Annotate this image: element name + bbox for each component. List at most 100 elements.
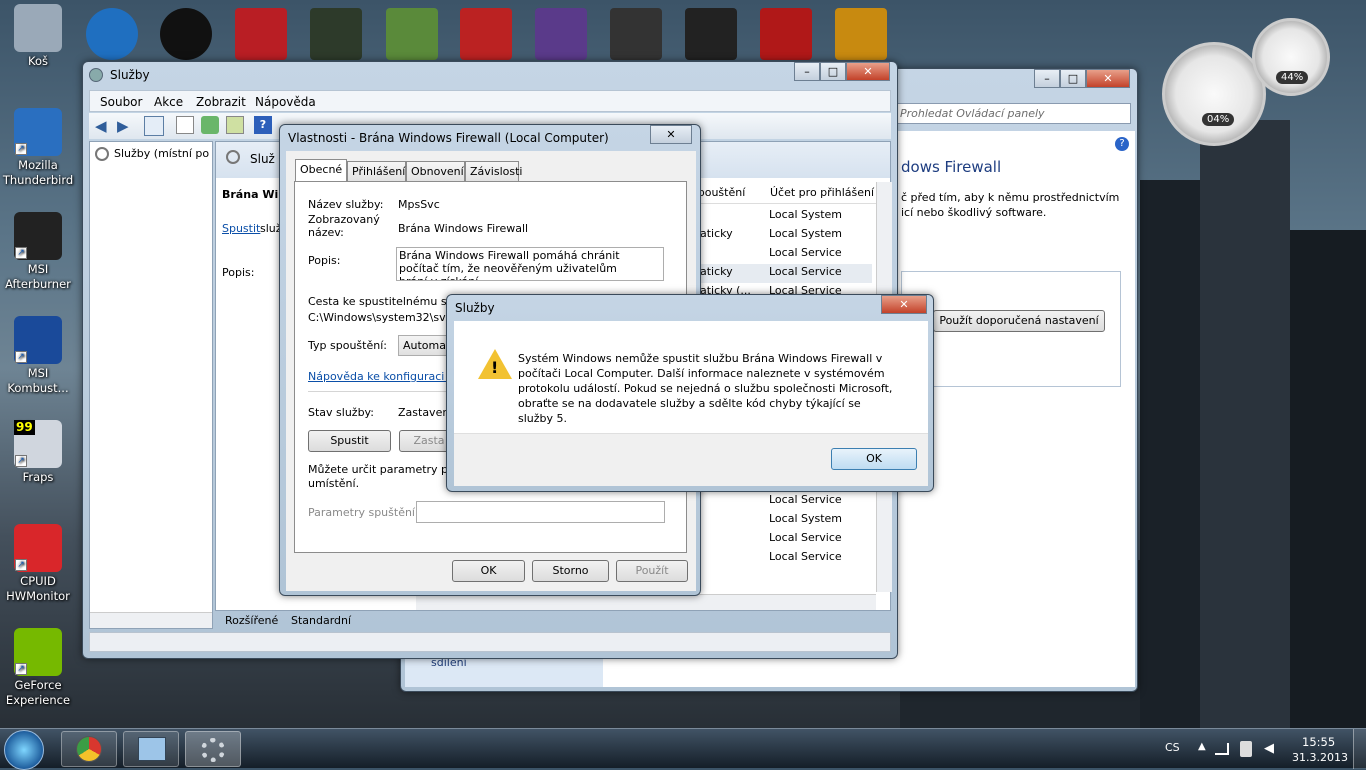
start-button[interactable]: Spustit (308, 430, 391, 452)
back-icon[interactable]: ◀ (95, 117, 107, 135)
left4dead-icon[interactable] (760, 8, 812, 60)
help-icon[interactable]: ? (254, 116, 272, 134)
minimize-button[interactable]: – (1034, 69, 1060, 88)
saints-row-icon[interactable] (535, 8, 587, 60)
params-input[interactable] (416, 501, 665, 523)
minimize-button[interactable]: – (794, 62, 820, 81)
table-row[interactable]: aticky Local System (700, 226, 872, 245)
cancel-button[interactable]: Storno (532, 560, 609, 582)
tab-login[interactable]: Přihlášení (347, 161, 406, 181)
close-button[interactable]: ✕ (1086, 69, 1130, 88)
taskbar: CS ▲ ◀ 15:55 31.3.2013 (0, 728, 1366, 770)
console-tree-icon[interactable] (144, 116, 164, 136)
table-row[interactable]: Local System (700, 511, 872, 530)
cell-account: Local System (769, 227, 843, 240)
tribes-icon[interactable] (610, 8, 662, 60)
forward-icon[interactable]: ▶ (117, 117, 129, 135)
table-row[interactable]: aticky Local Service (700, 264, 872, 283)
close-button[interactable]: ✕ (650, 125, 692, 144)
network-icon[interactable] (1215, 743, 1229, 755)
horizontal-scrollbar[interactable] (90, 612, 212, 628)
device-icon[interactable] (1240, 741, 1252, 757)
desktop-icon-hwmonitor[interactable]: ↗ CPUID HWMonitor (0, 524, 76, 604)
error-body: ! Systém Windows nemůže spustit službu B… (454, 321, 928, 486)
tomb-raider-icon[interactable] (160, 8, 212, 60)
mass-effect-3-icon[interactable] (235, 8, 287, 60)
search-input[interactable]: Prohledat Ovládací panely (895, 103, 1131, 124)
ok-button[interactable]: OK (452, 560, 525, 582)
table-row[interactable]: Local Service (700, 530, 872, 549)
pane-hscrollbar[interactable] (416, 594, 876, 610)
desktop-icon-geforce[interactable]: ↗ GeForce Experience (0, 628, 76, 708)
menu-nápověda[interactable]: Nápověda (255, 95, 316, 109)
volume-icon[interactable]: ◀ (1264, 741, 1274, 756)
cell-account: Local Service (769, 550, 842, 563)
table-row[interactable]: Local Service (700, 492, 872, 511)
control-panel-icon (138, 737, 166, 761)
desktop-icon-label: GeForce Experience (5, 678, 71, 707)
path-value: C:\Windows\system32\svcho (308, 311, 466, 324)
minecraft-icon[interactable] (386, 8, 438, 60)
cell-account: Local Service (769, 265, 842, 278)
startup-help-link[interactable]: Nápověda ke konfiguraci mo (308, 370, 465, 383)
clock-date[interactable]: 31.3.2013 (1292, 751, 1348, 764)
start-button[interactable] (4, 730, 44, 770)
tab-dependencies[interactable]: Závislosti (465, 161, 522, 181)
desktop-icon-recycle[interactable]: Koš (0, 4, 76, 69)
tab-extended[interactable]: Rozšířené (225, 614, 278, 627)
control-panel-taskbar-button[interactable] (123, 731, 179, 767)
tab-standard[interactable]: Standardní (291, 614, 351, 627)
language-indicator[interactable]: CS (1165, 741, 1180, 754)
error-dialog[interactable]: Služby ✕ ! Systém Windows nemůže spustit… (446, 294, 934, 492)
table-row[interactable]: Local Service (700, 549, 872, 568)
shortcut-arrow-icon: ↗ (15, 559, 27, 571)
table-row[interactable]: Local Service (700, 245, 872, 264)
tab-recovery[interactable]: Obnovení (406, 161, 465, 181)
startup-type-label: Typ spouštění: (308, 339, 387, 352)
error-message: Systém Windows nemůže spustit službu Brá… (518, 352, 893, 425)
close-button[interactable]: ✕ (881, 295, 927, 314)
mem-value: 44% (1276, 71, 1309, 84)
export-icon[interactable] (226, 116, 244, 134)
services-tree: Služby (místní po (89, 141, 213, 629)
menu-akce[interactable]: Akce (154, 95, 183, 109)
menu-soubor[interactable]: Soubor (100, 95, 142, 109)
description-box[interactable]: Brána Windows Firewall pomáhá chránit po… (396, 247, 664, 281)
chrome-taskbar-button[interactable] (61, 731, 117, 767)
borderlands-2-icon[interactable] (835, 8, 887, 60)
properties-icon[interactable] (176, 116, 194, 134)
close-button[interactable]: ✕ (846, 62, 890, 81)
start-service-link[interactable]: Spustit (222, 222, 260, 235)
tray-expand-icon[interactable]: ▲ (1198, 741, 1206, 752)
maximize-button[interactable]: □ (1060, 69, 1086, 88)
show-desktop-button[interactable] (1353, 729, 1366, 769)
column-account[interactable]: Účet pro přihlášení (770, 186, 874, 199)
services-taskbar-button[interactable] (185, 731, 241, 767)
status-label: Stav služby: (308, 406, 374, 419)
table-row[interactable]: Local System (700, 207, 872, 226)
desktop-icon-thunderbird[interactable]: ↗ Mozilla Thunderbird (0, 108, 76, 188)
tab-general[interactable]: Obecné (295, 159, 347, 181)
recycle-icon (14, 4, 62, 52)
crysis-2-icon[interactable] (310, 8, 362, 60)
hwmonitor-icon: ↗ (14, 524, 62, 572)
divider (308, 391, 468, 392)
maximize-button[interactable]: □ (820, 62, 846, 81)
clock-time[interactable]: 15:55 (1302, 735, 1335, 749)
tree-item-services[interactable]: Služby (místní po (114, 147, 209, 160)
display-name-label: Zobrazovaný název: (308, 213, 380, 239)
refresh-icon[interactable] (201, 116, 219, 134)
desktop-icon-kombustor[interactable]: ↗ MSI Kombust... (0, 316, 76, 396)
menu-zobrazit[interactable]: Zobrazit (196, 95, 246, 109)
help-icon[interactable]: ? (1115, 137, 1129, 151)
desktop-icon-fraps[interactable]: 99 ↗ Fraps (0, 420, 76, 485)
origin-icon[interactable] (86, 8, 138, 60)
apply-button[interactable]: Použít (616, 560, 688, 582)
recommended-settings-button[interactable]: Použít doporučená nastavení (933, 310, 1105, 332)
mem-gauge (1252, 18, 1330, 96)
steam-icon[interactable] (685, 8, 737, 60)
desktop-icon-afterburner[interactable]: ↗ MSI Afterburner (0, 212, 76, 292)
error-ok-button[interactable]: OK (831, 448, 917, 470)
warning-exclamation: ! (491, 358, 499, 377)
grid-2-icon[interactable] (460, 8, 512, 60)
